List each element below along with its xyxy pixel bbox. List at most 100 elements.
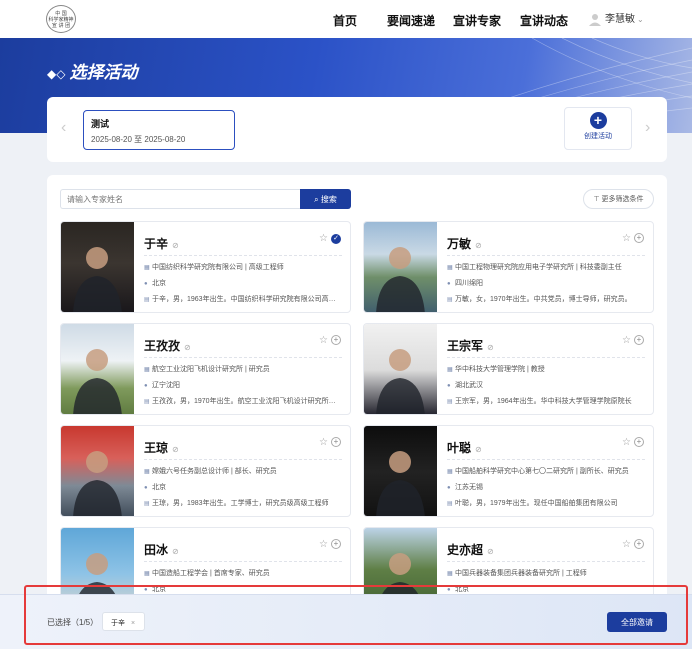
nav-experts[interactable]: 宣讲专家 — [453, 12, 501, 29]
expert-search-input[interactable] — [60, 189, 300, 209]
top-navbar: 中 国科学家精神宣 讲 团 首页 要闻速递 宣讲专家 宣讲动态 李慧敏 ⌄ — [0, 0, 692, 38]
expert-org: 华中科技大学管理学院 | 教授 — [455, 366, 545, 373]
document-icon: ▤ — [447, 501, 453, 507]
create-activity-button[interactable]: + 创建活动 — [564, 107, 632, 150]
link-icon[interactable]: ⊘ — [172, 241, 179, 250]
expert-name: 王琼 — [144, 441, 169, 455]
expert-photo — [364, 222, 437, 312]
expert-name: 史亦超 — [447, 543, 484, 557]
expert-org: 中国船舶科学研究中心第七〇二研究所 | 副所长、研究员 — [455, 468, 629, 475]
nav-news[interactable]: 要闻速递 — [387, 12, 435, 29]
expert-photo — [364, 426, 437, 516]
divider — [447, 255, 645, 256]
invite-all-button[interactable]: 全部邀请 — [607, 612, 667, 632]
person-silhouette — [73, 349, 122, 414]
divider — [447, 357, 645, 358]
plus-icon: + — [589, 112, 607, 129]
document-icon: ▤ — [144, 297, 150, 303]
expert-org: 中国造船工程学会 | 首席专家、研究员 — [152, 570, 270, 577]
nav-activities[interactable]: 宣讲动态 — [520, 12, 568, 29]
nav-home[interactable]: 首页 — [333, 12, 357, 29]
expert-photo — [61, 426, 134, 516]
activity-card[interactable]: 测试 2025-08-20 至 2025-08-20 — [83, 110, 235, 150]
location-icon: ● — [447, 383, 451, 389]
expert-org: 中国工程物理研究院应用电子学研究所 | 科技委副主任 — [455, 264, 622, 271]
link-icon[interactable]: ⊘ — [475, 445, 482, 454]
expert-name: 叶聪 — [447, 441, 472, 455]
add-circle-icon[interactable]: + — [634, 539, 644, 549]
location-icon: ● — [144, 281, 148, 287]
search-button[interactable]: ⌕ 搜索 — [300, 189, 351, 209]
star-icon[interactable]: ☆ — [622, 335, 631, 346]
link-icon[interactable]: ⊘ — [487, 343, 494, 352]
site-logo[interactable]: 中 国科学家精神宣 讲 团 — [46, 5, 76, 33]
add-circle-icon[interactable]: + — [331, 437, 341, 447]
star-icon[interactable]: ☆ — [319, 437, 328, 448]
building-icon: ▦ — [447, 469, 453, 475]
expert-bio: 王孜孜，男，1970年出生。航空工业沈阳飞机设计研究所研究员 — [152, 398, 342, 405]
expert-bio: 王琼，男，1983年出生。工学博士，研究员级高级工程师 — [152, 500, 329, 507]
link-icon[interactable]: ⊘ — [487, 547, 494, 556]
expert-location: 北京 — [455, 586, 469, 593]
expert-location: 四川绵阳 — [455, 280, 483, 287]
selected-count: 已选择（1/5） — [47, 618, 99, 627]
add-circle-icon[interactable]: + — [634, 335, 644, 345]
prev-arrow-icon[interactable]: ‹ — [61, 119, 66, 137]
expert-name: 万敏 — [447, 237, 472, 251]
close-icon[interactable]: × — [131, 620, 135, 627]
star-icon[interactable]: ☆ — [622, 437, 631, 448]
link-icon[interactable]: ⊘ — [475, 241, 482, 250]
chevron-down-icon: ⌄ — [637, 15, 644, 24]
person-silhouette — [376, 247, 425, 312]
link-icon[interactable]: ⊘ — [172, 445, 179, 454]
check-icon[interactable]: ✓ — [331, 234, 341, 244]
expert-name: 田冰 — [144, 543, 169, 557]
expert-card[interactable]: 王宗军 ⊘ ☆ + ▦ 华中科技大学管理学院 | 教授 ● 湖北武汉 ▤ 王宗军，男，1964年出… — [363, 323, 654, 415]
person-silhouette — [73, 247, 122, 312]
expert-card[interactable]: 万敏 ⊘ ☆ + ▦ 中国工程物理研究院应用电子学研究所 | 科技委副主任 ● 四川绵阳 ▤ 万敏… — [363, 221, 654, 313]
expert-card[interactable]: 王琼 ⊘ ☆ + ▦ 嫦娥六号任务副总设计师 | 部长、研究员 ● 北京 ▤ 王琼，男，1983年… — [60, 425, 351, 517]
expert-photo — [61, 222, 134, 312]
star-icon[interactable]: ☆ — [622, 233, 631, 244]
link-icon[interactable]: ⊘ — [172, 547, 179, 556]
star-icon[interactable]: ☆ — [319, 335, 328, 346]
star-icon[interactable]: ☆ — [319, 233, 328, 244]
person-silhouette — [376, 451, 425, 516]
next-arrow-icon[interactable]: › — [645, 119, 650, 137]
user-menu[interactable]: 李慧敏 ⌄ — [588, 10, 644, 27]
filter-icon: ⊤ — [593, 196, 602, 203]
expert-location: 江苏无锡 — [455, 484, 483, 491]
expert-location: 北京 — [152, 280, 166, 287]
expert-card[interactable]: 王孜孜 ⊘ ☆ + ▦ 航空工业沈阳飞机设计研究所 | 研究员 ● 辽宁沈阳 ▤ 王孜孜，男，19… — [60, 323, 351, 415]
selected-expert-chip[interactable]: 于辛 × — [102, 612, 145, 631]
expert-name: 王宗军 — [447, 339, 484, 353]
activity-name: 测试 — [91, 119, 110, 129]
location-icon: ● — [144, 485, 148, 491]
divider — [144, 459, 342, 460]
activity-dates: 2025-08-20 至 2025-08-20 — [91, 135, 186, 144]
add-circle-icon[interactable]: + — [634, 233, 644, 243]
person-silhouette — [376, 349, 425, 414]
divider — [447, 561, 645, 562]
activity-panel: ‹ 测试 2025-08-20 至 2025-08-20 + 创建活动 › — [47, 97, 667, 162]
link-icon[interactable]: ⊘ — [184, 343, 191, 352]
add-circle-icon[interactable]: + — [331, 335, 341, 345]
building-icon: ▦ — [447, 571, 453, 577]
page-title: ◆◇ 选择活动 — [47, 63, 138, 82]
star-icon[interactable]: ☆ — [319, 539, 328, 550]
expert-name: 于辛 — [144, 237, 169, 251]
add-circle-icon[interactable]: + — [331, 539, 341, 549]
more-filters-button[interactable]: ⊤ 更多筛选条件 — [583, 189, 654, 209]
expert-card[interactable]: 叶聪 ⊘ ☆ + ▦ 中国船舶科学研究中心第七〇二研究所 | 副所长、研究员 ● 江苏无锡 ▤ 叶… — [363, 425, 654, 517]
add-circle-icon[interactable]: + — [634, 437, 644, 447]
building-icon: ▦ — [144, 469, 150, 475]
expert-card[interactable]: 于辛 ⊘ ☆ ✓ ▦ 中国纺织科学研究院有限公司 | 高级工程师 ● 北京 ▤ 于辛，男，1963… — [60, 221, 351, 313]
document-icon: ▤ — [447, 399, 453, 405]
expert-location: 湖北武汉 — [455, 382, 483, 389]
star-icon[interactable]: ☆ — [622, 539, 631, 550]
expert-bio: 叶聪，男，1979年出生。现任中国船舶集团有限公司 — [455, 500, 618, 507]
expert-location: 辽宁沈阳 — [152, 382, 180, 389]
expert-list-panel: ⌕ 搜索 ⊤ 更多筛选条件 于辛⊘☆✓▦中国纺织科学研究院有限公司 | 高级工程… — [47, 175, 667, 649]
expert-location: 北京 — [152, 484, 166, 491]
avatar-icon — [589, 14, 601, 27]
